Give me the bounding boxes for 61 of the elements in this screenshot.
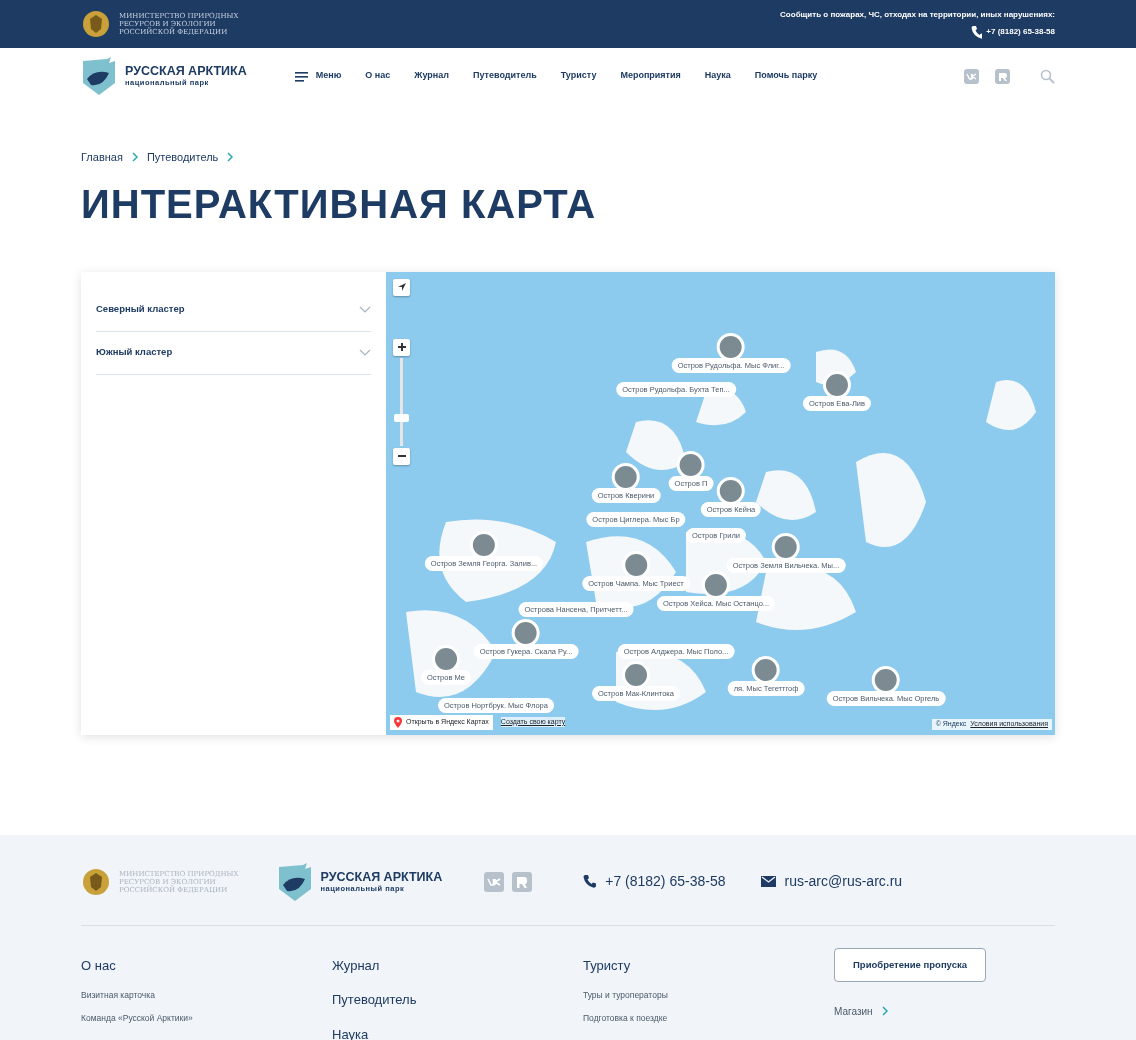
zoom-out-button[interactable] (393, 447, 410, 465)
vk-icon (484, 871, 505, 892)
chevron-right-icon (226, 152, 235, 163)
nav-link[interactable]: Путеводитель (472, 69, 537, 83)
photo-placeholder[interactable] (717, 476, 745, 505)
photo-placeholder[interactable] (752, 655, 780, 684)
vk-icon (964, 68, 979, 84)
map-pin-icon (394, 716, 402, 728)
breadcrumb-link[interactable]: Главная (81, 149, 123, 166)
photo-placeholder[interactable] (772, 532, 800, 561)
arrow-icon (396, 282, 407, 292)
nav-link[interactable]: Туристу (560, 69, 597, 83)
column-heading: О нас (81, 956, 117, 975)
photo-placeholder[interactable] (612, 462, 640, 491)
nav-link[interactable]: Журнал (414, 69, 449, 83)
shield-logo-icon (81, 57, 117, 95)
email-link[interactable]: rus-arc@rus-arc.ru (784, 871, 903, 892)
footer-link[interactable]: Команда «Русской Арктики» (81, 1011, 332, 1025)
locate-button[interactable] (393, 278, 410, 296)
emblem-icon (81, 866, 111, 897)
shield-logo-icon (276, 862, 313, 901)
footer-link[interactable]: Подготовка к поездке (583, 1011, 834, 1025)
logo-title: РУССКАЯ АРКТИКА (320, 870, 443, 884)
emblem-icon (81, 9, 111, 39)
phone-link[interactable]: +7 (8182) 65-38-58 (605, 871, 726, 892)
nav-link[interactable]: О нас (365, 69, 391, 83)
breadcrumb-link[interactable]: Путеводитель (146, 149, 219, 166)
photo-placeholder[interactable] (512, 618, 540, 647)
column-heading: Туристу (583, 956, 632, 975)
cluster-toggle[interactable]: Северный кластер (96, 288, 371, 332)
footer-link[interactable]: Журнал (332, 955, 583, 975)
rutube-icon (995, 68, 1010, 84)
chevron-icon (359, 306, 371, 313)
chevron-right-icon (880, 1006, 889, 1017)
nav-link[interactable]: Помочь парку (754, 69, 818, 83)
report-text: Сообщить о пожарах, ЧС, отходах на территории, иных нарушениях: (780, 8, 1055, 21)
footer-link[interactable]: Визитная карточка (81, 989, 332, 1002)
phone-icon (582, 874, 598, 889)
pass-button[interactable]: Приобретение пропуска (834, 947, 986, 982)
phone-link[interactable]: +7 (8182) 65-38-58 (986, 26, 1055, 38)
nav-link[interactable]: Наука (704, 69, 731, 83)
menu-button[interactable]: Меню (294, 69, 342, 83)
rutube-icon (512, 871, 533, 892)
footer-link[interactable]: Туры и туроператоры (583, 989, 834, 1002)
footer-link[interactable]: Путеводитель (332, 990, 583, 1010)
search-icon (1040, 68, 1055, 84)
zoom-slider-handle[interactable] (394, 413, 409, 422)
page-title: ИНТЕРАКТИВНАЯ КАРТА (81, 180, 598, 228)
plus-icon (396, 342, 407, 352)
phone-icon (970, 24, 983, 40)
logo-title: РУССКАЯ АРКТИКА (125, 65, 247, 78)
zoom-in-button[interactable] (393, 338, 410, 356)
photo-placeholder[interactable] (872, 665, 900, 694)
photo-placeholder[interactable] (717, 332, 745, 361)
cluster-toggle[interactable]: Южный кластер (96, 331, 371, 375)
menu-icon (294, 70, 308, 82)
shop-link[interactable]: Магазин (834, 1003, 873, 1019)
chevron-icon (359, 349, 371, 356)
mail-icon (761, 876, 777, 887)
chevron-right-icon (130, 152, 139, 163)
nav-link[interactable]: Мероприятия (620, 69, 681, 83)
